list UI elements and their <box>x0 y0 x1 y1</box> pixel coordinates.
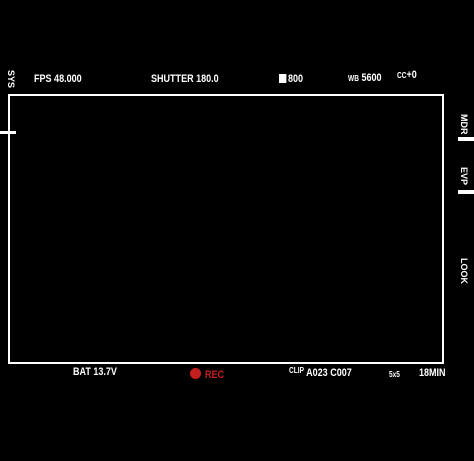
iso-readout[interactable]: 800 <box>279 73 303 85</box>
left-edge-marker <box>0 131 16 134</box>
white-balance-readout[interactable]: WB 5600 <box>348 72 382 85</box>
battery-readout[interactable]: BAT 13.7V <box>73 366 117 378</box>
mdr-marker <box>458 137 474 141</box>
wb-prefix: WB <box>348 74 359 83</box>
look-menu-label[interactable]: LOOK <box>459 258 469 284</box>
iso-icon <box>279 74 287 83</box>
evp-marker <box>458 190 474 194</box>
clip-readout[interactable]: CLIP A023 C007 <box>289 365 352 379</box>
evp-menu-label[interactable]: EVP <box>459 167 469 185</box>
clip-value: A023 C007 <box>306 367 352 379</box>
sys-menu-label[interactable]: SYS <box>6 70 16 88</box>
shutter-readout[interactable]: SHUTTER 180.0 <box>151 73 219 85</box>
wb-value: 5600 <box>361 72 382 84</box>
color-correction-readout[interactable]: CC+0 <box>397 69 417 82</box>
fps-readout[interactable]: FPS 48.000 <box>34 73 82 85</box>
format-readout[interactable]: 5x5 <box>389 369 400 381</box>
cc-prefix: CC <box>397 71 407 80</box>
remaining-time-readout[interactable]: 18MIN <box>419 367 446 379</box>
clip-prefix: CLIP <box>289 366 304 375</box>
record-icon[interactable] <box>190 368 201 379</box>
record-label[interactable]: REC <box>205 369 224 381</box>
iso-value: 800 <box>288 73 304 85</box>
viewfinder-frame <box>8 94 444 364</box>
cc-value: +0 <box>406 69 417 81</box>
mdr-menu-label[interactable]: MDR <box>459 114 469 135</box>
